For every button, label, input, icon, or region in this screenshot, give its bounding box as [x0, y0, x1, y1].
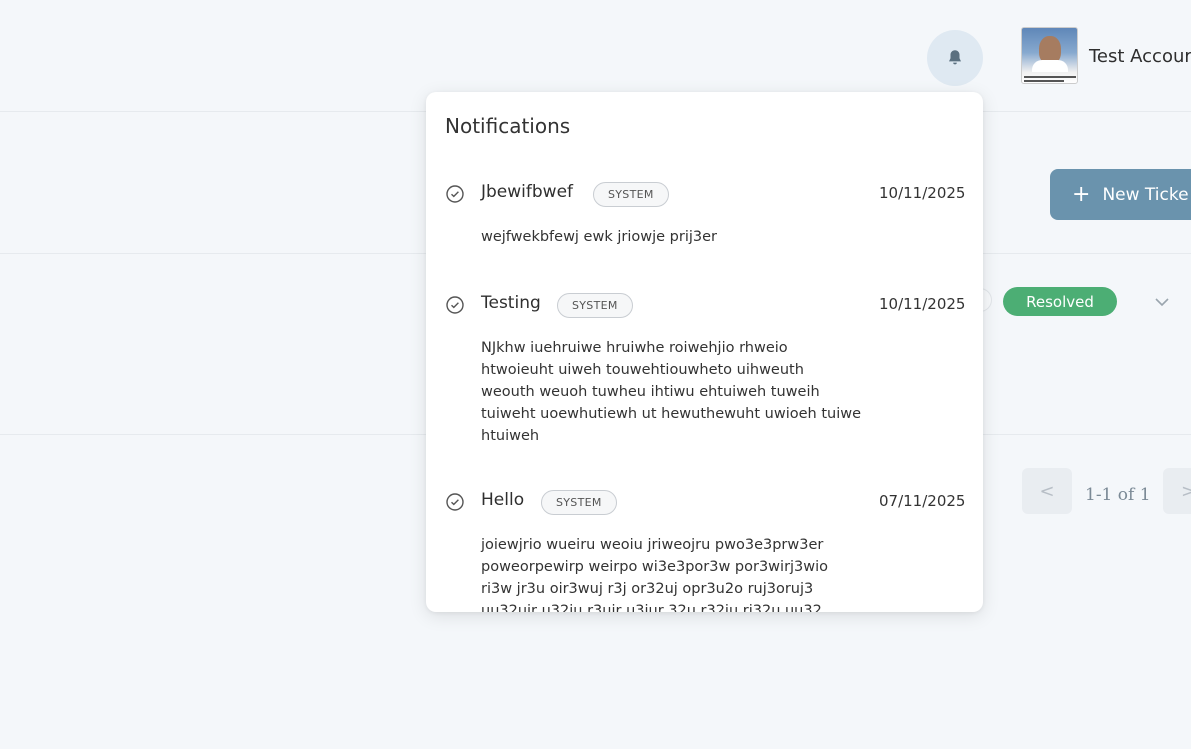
chevron-down-icon[interactable] [1152, 292, 1172, 312]
notification-type-badge: SYSTEM [557, 293, 633, 318]
new-ticket-button[interactable]: + New Ticke [1050, 169, 1191, 220]
notification-title: Jbewifbwef [481, 182, 574, 202]
chevron-left-icon: < [1039, 480, 1055, 502]
previous-page-button[interactable]: < [1022, 468, 1072, 514]
bell-icon [949, 50, 961, 65]
next-page-button[interactable]: > [1163, 468, 1191, 514]
notification-date: 10/11/2025 [879, 295, 966, 313]
notification-date: 10/11/2025 [879, 184, 966, 202]
notification-type-badge: SYSTEM [593, 182, 669, 207]
notification-type-badge: SYSTEM [541, 490, 617, 515]
account-name[interactable]: Test Accour [1089, 46, 1191, 67]
notification-body: wejfwekbfewj ewk jriowje prij3er [481, 229, 717, 245]
notification-date: 07/11/2025 [879, 492, 966, 510]
notification-title: Testing [481, 293, 541, 313]
avatar-caption-line [1024, 80, 1064, 82]
new-ticket-label: New Ticke [1102, 184, 1189, 205]
notification-title: Hello [481, 490, 525, 510]
notifications-list[interactable]: Jbewifbwef SYSTEM 10/11/2025 wejfwekbfew… [426, 92, 983, 612]
check-circle-icon [446, 185, 464, 203]
notification-body: NJkhw iuehruiwe hruiwhe roiwehjio rhweio… [481, 340, 862, 444]
avatar-caption-line [1024, 76, 1076, 78]
status-badge: Resolved [1003, 287, 1117, 316]
avatar-shirt [1032, 60, 1068, 72]
notifications-button[interactable] [927, 30, 983, 86]
check-circle-icon [446, 493, 464, 511]
plus-icon: + [1072, 181, 1091, 207]
check-circle-icon [446, 296, 464, 314]
notification-body: joiewjrio wueiru weoiu jriweojru pwo3e3p… [481, 537, 829, 612]
notifications-panel[interactable]: Notifications Jbewifbwef SYSTEM 10/11/20… [426, 92, 983, 612]
pagination-range: 1-1 of 1 [1085, 485, 1151, 505]
avatar[interactable] [1021, 27, 1078, 84]
chevron-right-icon: > [1181, 480, 1191, 502]
